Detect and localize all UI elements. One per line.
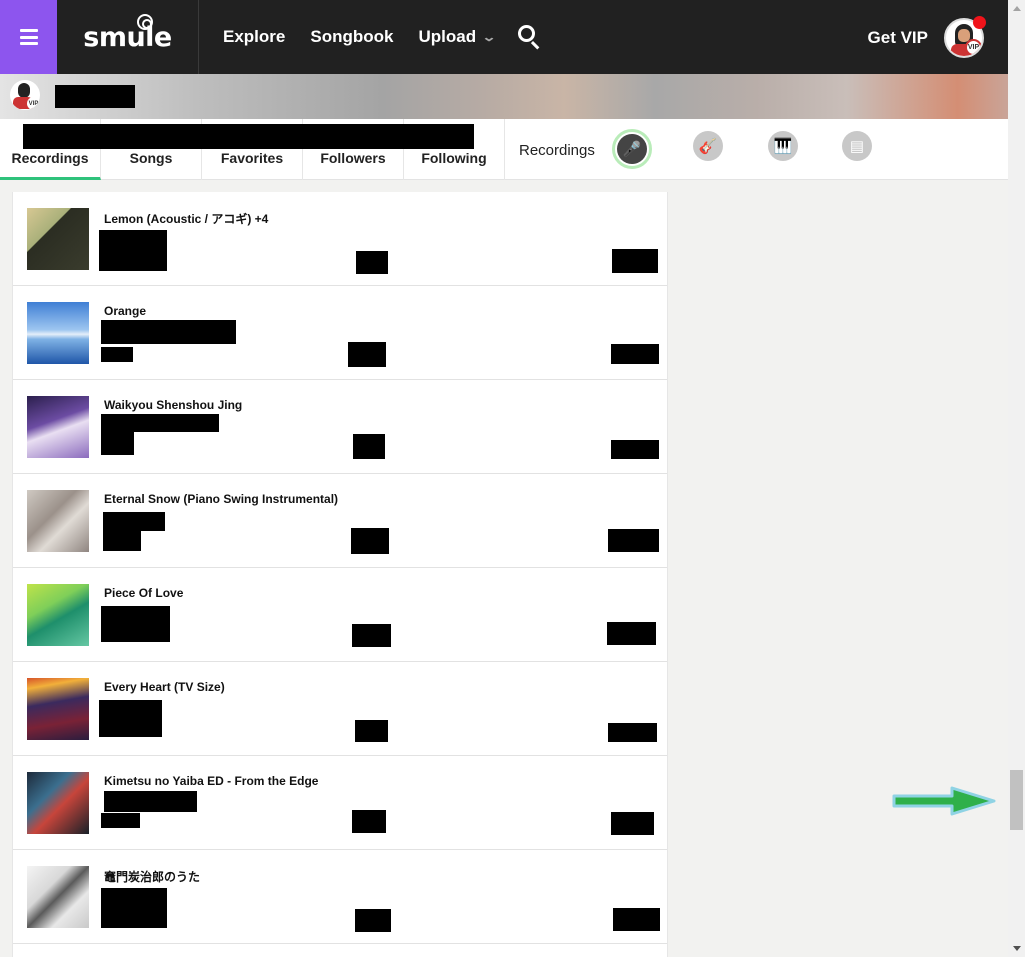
redacted-info: [101, 432, 134, 455]
redacted-info: [355, 720, 388, 742]
list-item[interactable]: Every Heart (TV Size): [13, 662, 667, 756]
redacted-info: [101, 606, 170, 642]
redacted-info: [355, 909, 391, 932]
cover-thumbnail[interactable]: [27, 490, 89, 552]
redacted-info: [103, 530, 141, 551]
annotation-arrow-icon: [892, 786, 996, 816]
scroll-up-arrow-icon[interactable]: [1013, 6, 1021, 11]
song-title[interactable]: Kimetsu no Yaiba ED - From the Edge: [104, 774, 318, 788]
song-title[interactable]: Every Heart (TV Size): [104, 680, 225, 694]
chevron-down-icon: ⌄: [481, 30, 497, 44]
profile-tabs: Recordings Songs Favorites Followers Fol…: [0, 119, 1008, 180]
redacted-username: [55, 85, 135, 108]
hamburger-menu-button[interactable]: [0, 0, 57, 74]
redacted-info: [101, 813, 140, 828]
list-item[interactable]: Lemon (Acoustic / アコギ) +4: [13, 192, 667, 286]
redacted-info: [613, 908, 660, 931]
song-title[interactable]: Waikyou Shenshou Jing: [104, 398, 242, 412]
band-icon[interactable]: ▤: [842, 131, 872, 161]
cover-thumbnail[interactable]: [27, 678, 89, 740]
scrollbar-thumb[interactable]: [1010, 770, 1023, 830]
cover-thumbnail[interactable]: [27, 772, 89, 834]
main-nav: Explore Songbook Upload ⌄: [223, 24, 543, 50]
vip-badge: VIP: [27, 97, 40, 110]
song-title[interactable]: Orange: [104, 304, 146, 318]
redacted-info: [611, 812, 654, 835]
get-vip-link[interactable]: Get VIP: [868, 28, 928, 48]
list-item[interactable]: Orange: [13, 286, 667, 380]
song-title[interactable]: Piece Of Love: [104, 586, 183, 600]
logo-mic-icon: [137, 14, 153, 30]
nav-upload-label: Upload: [418, 27, 477, 46]
list-item[interactable]: Waikyou Shenshou Jing: [13, 380, 667, 474]
cover-thumbnail[interactable]: [27, 396, 89, 458]
list-item[interactable]: 竈門炭治郎のうた: [13, 850, 667, 944]
filter-microphone[interactable]: 🎤: [612, 129, 652, 169]
song-title[interactable]: 竈門炭治郎のうた: [104, 868, 200, 885]
profile-banner: VIP: [0, 74, 1008, 119]
logo-text: smule: [83, 21, 172, 53]
cover-thumbnail[interactable]: [27, 208, 89, 270]
redacted-info: [101, 347, 133, 362]
redacted-info: [611, 440, 659, 459]
search-icon[interactable]: [517, 24, 543, 50]
redacted-info: [352, 624, 391, 647]
redacted-info: [352, 810, 386, 833]
nav-explore[interactable]: Explore: [223, 27, 285, 47]
piano-icon[interactable]: 🎹: [768, 131, 798, 161]
redacted-info: [612, 249, 658, 273]
song-title[interactable]: Eternal Snow (Piano Swing Instrumental): [104, 492, 338, 506]
redacted-info: [101, 320, 236, 344]
cover-thumbnail[interactable]: [27, 302, 89, 364]
redacted-info: [101, 414, 219, 432]
redacted-info: [356, 251, 388, 274]
cover-thumbnail[interactable]: [27, 584, 89, 646]
list-item[interactable]: Eternal Snow (Piano Swing Instrumental): [13, 474, 667, 568]
redacted-info: [607, 622, 656, 645]
nav-songbook[interactable]: Songbook: [310, 27, 393, 47]
vip-badge: VIP: [965, 39, 982, 56]
guitar-icon[interactable]: 🎸: [693, 131, 723, 161]
redacted-info: [99, 230, 167, 271]
redacted-info: [103, 512, 165, 531]
top-bar: smule Explore Songbook Upload ⌄ Get VIP V…: [0, 0, 1008, 74]
redacted-info: [101, 888, 167, 928]
redacted-info: [351, 528, 389, 554]
cover-thumbnail[interactable]: [27, 866, 89, 928]
microphone-icon: 🎤: [617, 134, 647, 164]
smule-logo[interactable]: smule: [57, 0, 199, 74]
redacted-info: [353, 434, 385, 459]
redacted-info: [99, 700, 162, 737]
profile-avatar[interactable]: VIP: [10, 80, 40, 110]
hamburger-icon: [19, 29, 38, 45]
song-title[interactable]: Lemon (Acoustic / アコギ) +4: [104, 210, 268, 227]
redacted-info: [104, 791, 197, 812]
redacted-info: [608, 723, 657, 742]
notification-dot: [973, 16, 986, 29]
nav-upload[interactable]: Upload ⌄: [418, 27, 497, 47]
redacted-info: [611, 344, 659, 364]
scroll-down-arrow-icon[interactable]: [1013, 946, 1021, 951]
recordings-list: Lemon (Acoustic / アコギ) +4 Orange Waikyou…: [12, 192, 668, 957]
list-item[interactable]: Piece Of Love: [13, 568, 667, 662]
recordings-filter-label: Recordings: [519, 142, 595, 159]
redacted-stats: [23, 124, 474, 149]
list-item[interactable]: Kimetsu no Yaiba ED - From the Edge: [13, 756, 667, 850]
redacted-info: [348, 342, 386, 367]
redacted-info: [608, 529, 659, 552]
